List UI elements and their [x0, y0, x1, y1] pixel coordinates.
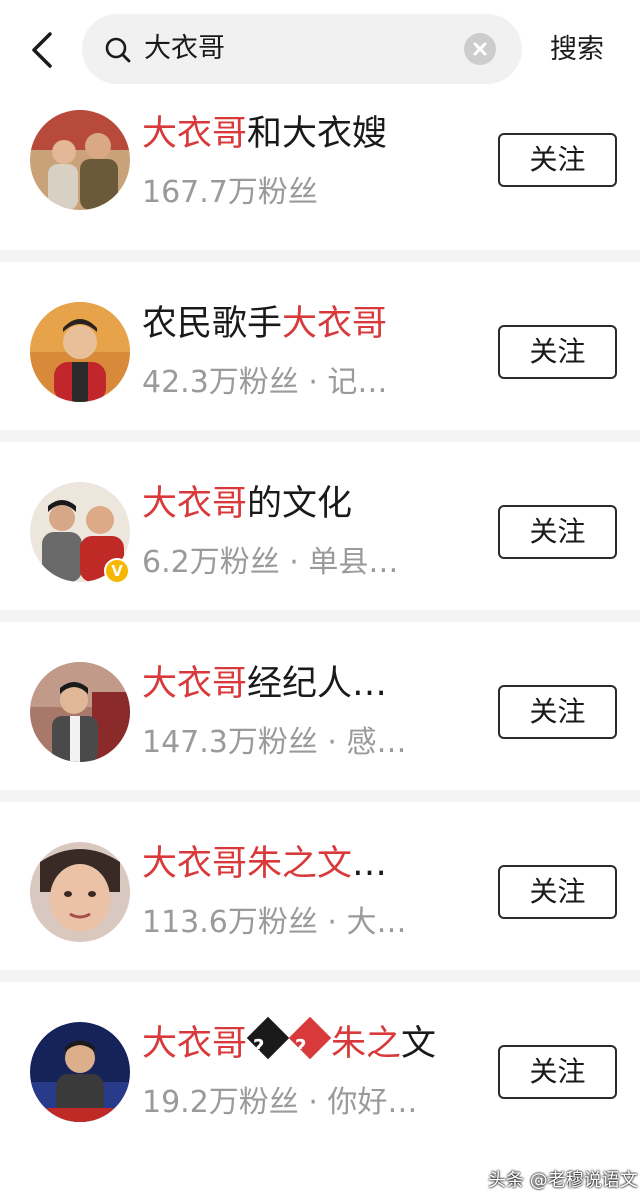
result-meta: 19.2万粉丝 · 你好… [142, 1085, 418, 1120]
name-highlight: 大衣哥 [142, 1024, 248, 1064]
result-item[interactable]: 农民歌手大衣哥 42.3万粉丝 · 记… 关注 [0, 262, 640, 442]
avatar[interactable] [30, 842, 130, 942]
follow-button[interactable]: 关注 [498, 1045, 617, 1099]
result-meta: 42.3万粉丝 · 记… [142, 365, 388, 400]
result-name[interactable]: 大衣哥朱之文… [142, 840, 387, 888]
result-list: 大衣哥和大衣嫂 167.7万粉丝 关注 农民歌手大衣哥 42.3万粉丝 · 记…… [0, 98, 640, 1162]
name-highlight: 大衣哥 [142, 114, 248, 154]
name-rest: 经纪人… [247, 664, 388, 704]
search-icon [105, 37, 131, 63]
close-icon [473, 42, 487, 56]
v-badge-icon: V [104, 558, 130, 584]
avatar[interactable] [30, 662, 130, 762]
result-item[interactable]: 大衣哥经纪人… 147.3万粉丝 · 感… 关注 [0, 622, 640, 802]
name-prefix: 农民歌手 [142, 304, 283, 344]
avatar[interactable] [30, 302, 130, 402]
watermark: 头条 @老穆说语文 [488, 1170, 638, 1191]
result-name[interactable]: 大衣哥?? 朱之文 [142, 1016, 437, 1068]
search-input[interactable]: 大衣哥 [144, 27, 225, 71]
name-highlight: 大衣哥 [142, 484, 248, 524]
result-item[interactable]: 大衣哥和大衣嫂 167.7万粉丝 关注 [0, 98, 640, 262]
replacement-glyph-icon: ? [288, 1016, 332, 1060]
name-highlight-2: 朱之 [331, 1024, 402, 1064]
result-meta: 147.3万粉丝 · 感… [142, 725, 407, 760]
clear-search-button[interactable] [464, 33, 496, 65]
follow-button[interactable]: 关注 [498, 685, 617, 739]
top-bar: 大衣哥 搜索 [0, 0, 640, 98]
name-rest: … [352, 844, 388, 884]
follow-button[interactable]: 关注 [498, 865, 617, 919]
result-item[interactable]: V 大衣哥的文化 6.2万粉丝 · 单县… 关注 [0, 442, 640, 622]
name-rest: 的文化 [247, 484, 353, 524]
follow-button[interactable]: 关注 [498, 505, 617, 559]
name-highlight: 大衣哥 [282, 304, 388, 344]
avatar[interactable] [30, 110, 130, 210]
name-highlight: 大衣哥朱之文 [142, 844, 353, 884]
follow-button[interactable]: 关注 [498, 325, 617, 379]
result-meta: 167.7万粉丝 [142, 175, 318, 210]
avatar[interactable] [30, 1022, 130, 1122]
result-item[interactable]: 大衣哥?? 朱之文 19.2万粉丝 · 你好… 关注 [0, 982, 640, 1162]
result-name[interactable]: 农民歌手大衣哥 [142, 300, 387, 348]
name-highlight: 大衣哥 [142, 664, 248, 704]
follow-button[interactable]: 关注 [498, 133, 617, 187]
result-name[interactable]: 大衣哥的文化 [142, 480, 352, 528]
replacement-glyph-icon: ? [246, 1016, 290, 1060]
result-item[interactable]: 大衣哥朱之文… 113.6万粉丝 · 大… 关注 [0, 802, 640, 982]
result-meta: 6.2万粉丝 · 单县… [142, 545, 399, 580]
back-button[interactable] [22, 28, 62, 72]
result-meta: 113.6万粉丝 · 大… [142, 905, 407, 940]
name-rest: 和大衣嫂 [247, 114, 388, 154]
result-name[interactable]: 大衣哥经纪人… [142, 660, 387, 708]
result-name[interactable]: 大衣哥和大衣嫂 [142, 110, 387, 158]
search-button[interactable]: 搜索 [550, 28, 604, 72]
name-rest: 文 [401, 1024, 437, 1064]
chevron-left-icon [32, 32, 52, 68]
search-box[interactable]: 大衣哥 [82, 14, 522, 84]
